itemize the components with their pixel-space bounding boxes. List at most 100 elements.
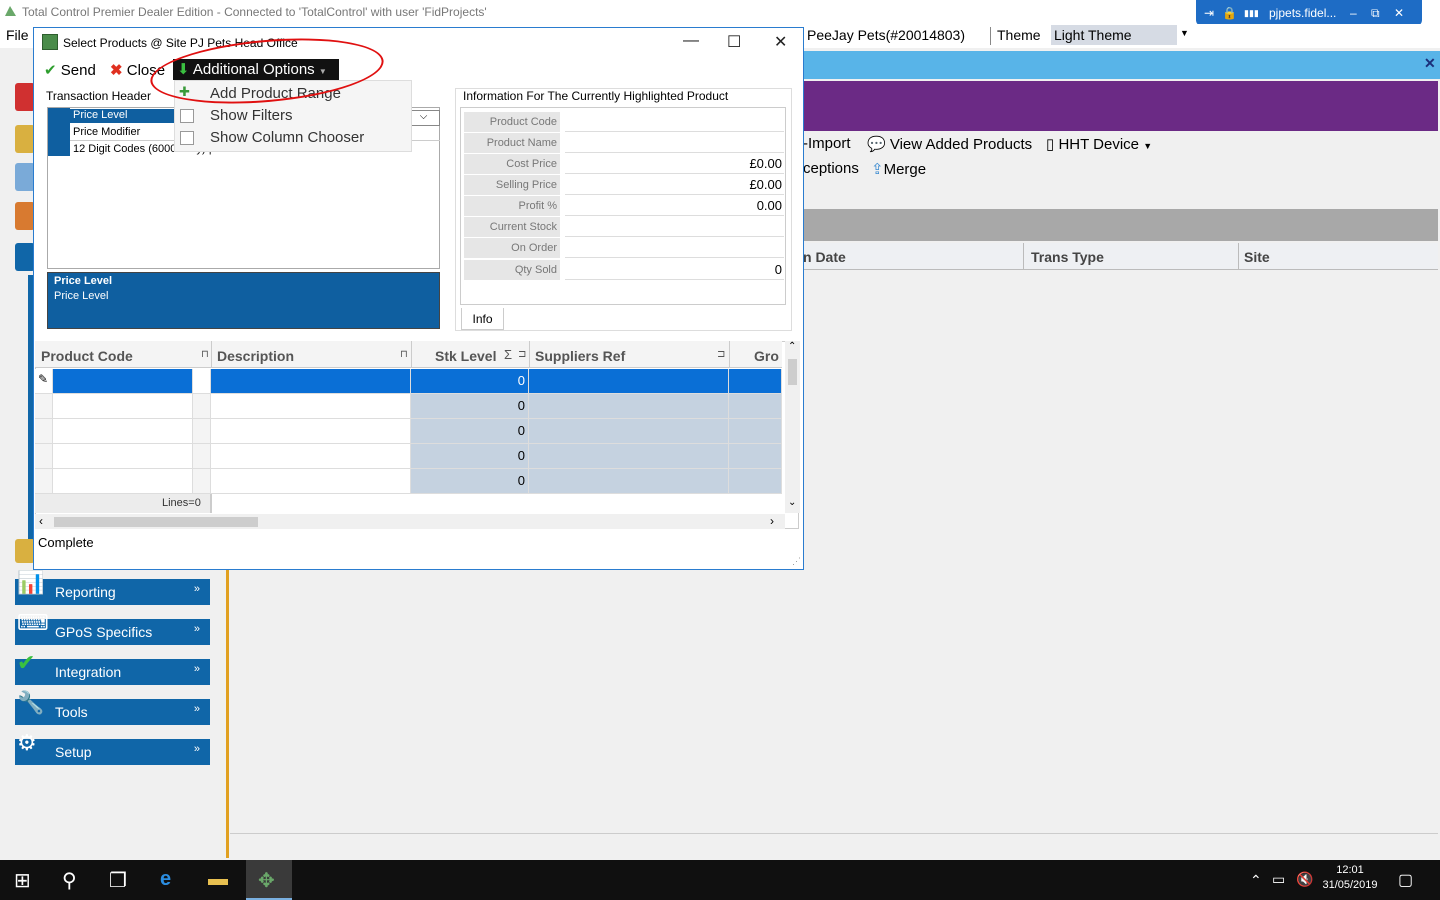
nav-setup[interactable]: ⚙ Setup » (15, 730, 210, 765)
file-menu[interactable]: File (6, 27, 29, 43)
pin-icon[interactable]: ⊓ (201, 349, 209, 360)
table-row[interactable]: 0 (35, 469, 782, 494)
nav-integration[interactable]: ✔ Integration » (15, 650, 210, 685)
column-header-site[interactable]: Site (1244, 249, 1270, 265)
pin-icon[interactable]: ⊓ (400, 349, 408, 360)
table-row[interactable]: 0 (35, 444, 782, 469)
reporting-icon: 📊 (17, 570, 45, 595)
info-row-profit: Profit % 0.00 (464, 196, 784, 216)
remote-minimize-icon[interactable]: – (1350, 6, 1357, 20)
minimize-icon[interactable]: — (683, 32, 699, 50)
status-bar: Complete (35, 531, 802, 553)
merge-button[interactable]: ⇪Merge (871, 160, 926, 178)
lock-icon[interactable]: 🔒 (1222, 6, 1237, 20)
chevron-down-icon: » (193, 663, 200, 675)
column-header-trans-type[interactable]: Trans Type (1031, 249, 1104, 265)
description-title: Price Level (54, 275, 113, 287)
chevron-down-icon: ▼ (1143, 141, 1153, 151)
info-row-product-name: Product Name (464, 133, 784, 153)
product-grid-header: Product Code ⊓ Description ⊓ Stk Level Σ… (35, 341, 782, 368)
tray-chevron-icon[interactable]: ⌃ (1250, 872, 1262, 889)
select-products-dialog: Select Products @ Site PJ Pets Head Offi… (33, 27, 804, 570)
splitter[interactable] (226, 570, 229, 858)
setup-icon: ⚙ (17, 730, 37, 755)
nav-reporting[interactable]: 📊 Reporting » (15, 570, 210, 605)
chat-icon: 💬 (867, 136, 886, 153)
theme-dropdown-icon[interactable]: ▼ (1180, 28, 1189, 38)
transaction-header-label: Transaction Header (46, 89, 151, 103)
keyboard-icon: ⌨ (17, 610, 49, 635)
edit-pencil-icon: ✎ (38, 372, 49, 386)
tab-close-icon[interactable]: ✕ (1424, 55, 1436, 72)
chevron-down-icon: » (193, 623, 200, 635)
send-button[interactable]: ✔ Send (44, 61, 96, 79)
menu-item-show-filters[interactable]: Show Filters (210, 107, 293, 124)
resize-grip-icon[interactable]: ⋰ (792, 556, 801, 567)
info-row-cost-price: Cost Price £0.00 (464, 154, 784, 174)
lines-count: Lines=0 (162, 497, 201, 509)
column-header-product-code[interactable]: Product Code (41, 348, 133, 364)
maximize-icon[interactable]: ☐ (727, 32, 741, 52)
header-row-price-modifier[interactable]: Price Modifier (73, 126, 140, 138)
nav-tools[interactable]: 🔧 Tools » (15, 690, 210, 725)
notifications-icon[interactable]: ▢ (1398, 870, 1413, 890)
pin-icon[interactable]: ⊐ (518, 349, 526, 360)
scroll-left-icon[interactable]: ‹ (39, 514, 43, 528)
close-icon[interactable]: ✕ (774, 32, 787, 52)
theme-select[interactable]: Light Theme (1051, 25, 1177, 45)
file-explorer-icon[interactable]: ▬ (208, 868, 228, 891)
taskbar-total-control[interactable]: ✥ (246, 860, 292, 900)
search-icon[interactable]: ⚲ (62, 868, 77, 893)
remote-restore-icon[interactable]: ⧉ (1371, 6, 1380, 21)
menu-item-show-column-chooser[interactable]: Show Column Chooser (210, 129, 364, 146)
windows-start-icon[interactable]: ⊞ (14, 868, 31, 893)
info-row-current-stock: Current Stock (464, 217, 784, 237)
table-row[interactable]: 0 (35, 419, 782, 444)
chevron-down-icon: » (193, 583, 200, 595)
show-filters-checkbox[interactable] (180, 109, 194, 123)
vertical-scrollbar[interactable]: ⌃ ⌄ (785, 341, 800, 513)
horizontal-scroll-thumb[interactable] (54, 517, 258, 527)
scroll-thumb[interactable] (788, 359, 797, 385)
column-header-stk-level[interactable]: Stk Level (435, 348, 496, 364)
view-added-products-button[interactable]: 💬 View Added Products (867, 135, 1032, 153)
nav-gpos-specifics[interactable]: ⌨ GPoS Specifics » (15, 610, 210, 645)
dialog-title-bar: Select Products @ Site PJ Pets Head Offi… (34, 28, 803, 56)
column-header-date[interactable]: n Date (803, 249, 846, 265)
import-button[interactable]: -Import (803, 135, 851, 152)
remote-session-bar[interactable]: ⇥ 🔒 ▮▮▮ pjpets.fidel... – ⧉ ✕ (1196, 0, 1422, 26)
remote-close-icon[interactable]: ✕ (1394, 6, 1404, 20)
table-row[interactable]: ✎ 0 (35, 369, 782, 394)
scroll-down-icon[interactable]: ⌄ (788, 497, 796, 508)
column-header-gro[interactable]: Gro (754, 348, 779, 364)
document-tab-strip (803, 51, 1440, 79)
company-label: PeeJay Pets(#20014803) (807, 27, 965, 43)
tab-info[interactable]: Info (461, 308, 504, 330)
scroll-up-icon[interactable]: ⌃ (788, 341, 796, 352)
show-column-chooser-checkbox[interactable] (180, 131, 194, 145)
check-icon: ✔ (17, 650, 36, 675)
content-area (230, 570, 1438, 834)
stk-level-cell: 0 (517, 423, 525, 438)
stk-level-cell: 0 (517, 398, 525, 413)
scroll-right-icon[interactable]: › (770, 514, 774, 528)
volume-muted-icon[interactable]: 🔇 (1296, 871, 1313, 888)
group-panel (803, 209, 1438, 241)
clock[interactable]: 12:01 31/05/2019 (1318, 864, 1382, 891)
exceptions-button[interactable]: ceptions (803, 160, 859, 177)
hht-device-button[interactable]: ▯ HHT Device ▼ (1046, 135, 1152, 153)
edge-browser-icon[interactable]: e (160, 868, 171, 891)
column-header-suppliers-ref[interactable]: Suppliers Ref (535, 348, 625, 364)
description-text: Price Level (54, 290, 109, 302)
table-row[interactable]: 0 (35, 394, 782, 419)
main-toolbar: -Import 💬 View Added Products ▯ HHT Devi… (803, 131, 1440, 183)
column-header-description[interactable]: Description (217, 348, 294, 364)
pin-icon[interactable]: ⇥ (1204, 6, 1214, 20)
task-view-icon[interactable]: ❐ (109, 868, 127, 893)
network-icon[interactable]: ▭ (1272, 871, 1285, 888)
taskbar: ⊞ ⚲ ❐ e ▬ ✥ ⌃ ▭ 🔇 ▢ (0, 860, 1440, 900)
sum-icon[interactable]: Σ (504, 347, 512, 362)
app-icon (3, 4, 18, 19)
pin-icon[interactable]: ⊐ (717, 349, 725, 360)
header-row-price-level[interactable]: Price Level (70, 109, 174, 123)
